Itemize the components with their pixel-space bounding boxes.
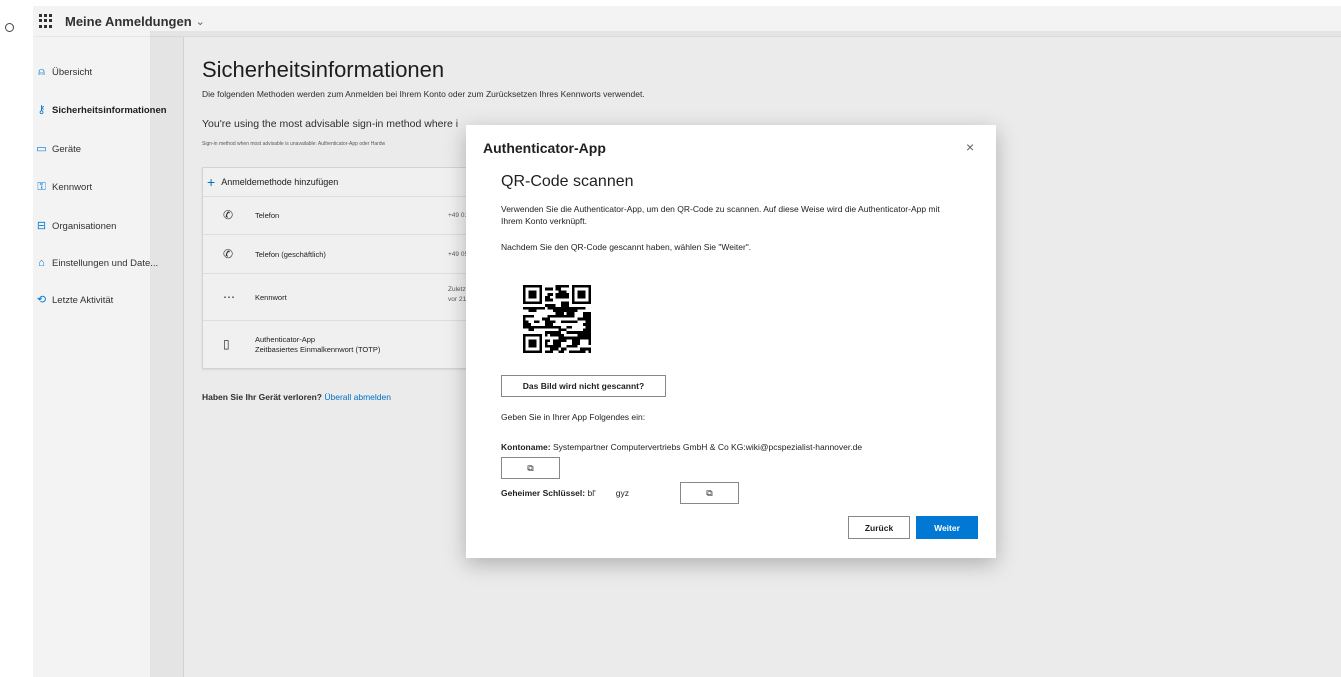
lock-icon: ⌂ (38, 256, 45, 269)
dialog-next-hint: Nachdem Sie den QR-Code gescannt haben, … (501, 242, 752, 252)
sidebar-item-label: Letzte Aktivität (52, 294, 114, 306)
cannot-scan-button[interactable]: Das Bild wird nicht gescannt? (501, 375, 666, 397)
copy-icon: ⧉ (706, 487, 713, 498)
laptop-icon: ▭ (36, 142, 47, 155)
close-icon[interactable]: × (966, 139, 974, 155)
sidebar-item-label: Organisationen (52, 220, 117, 232)
key-person-icon: ⚷ (37, 103, 46, 116)
dialog-instructions: Verwenden Sie die Authenticator-App, um … (501, 204, 940, 226)
account-name-label: Kontoname: (501, 442, 551, 452)
secret-key-end: gyz (615, 488, 629, 498)
account-name-value: Systempartner Computervertriebs GmbH & C… (552, 442, 863, 452)
history-icon: ⟲ (36, 293, 47, 306)
list-bullet (5, 23, 14, 32)
copy-account-name-button[interactable]: ⧉ (501, 457, 560, 479)
enter-in-app-text: Geben Sie in Ihrer App Folgendes ein: (501, 412, 646, 422)
sidebar-item-label: Geräte (52, 143, 82, 155)
sidebar-item-label: Kennwort (52, 181, 93, 193)
qr-code-image (523, 285, 591, 353)
chevron-down-icon[interactable]: ⌄ (196, 15, 205, 28)
dialog-heading: QR-Code scannen (501, 173, 634, 190)
app-launcher-icon[interactable] (39, 14, 53, 28)
back-button[interactable]: Zurück (848, 516, 910, 539)
authenticator-dialog: Authenticator-App × QR-Code scannen Verw… (466, 125, 996, 558)
person-icon: ⍝ (38, 65, 45, 78)
dialog-title: Authenticator-App (483, 140, 606, 156)
secret-key-line: Geheimer Schlüssel: bl' gyz (501, 488, 629, 498)
sidebar-item-label: Einstellungen und Date... (52, 257, 159, 269)
next-button[interactable]: Weiter (916, 516, 978, 539)
app-title[interactable]: Meine Anmeldungen (65, 14, 192, 29)
key-icon: ⚿ (37, 180, 46, 193)
copy-secret-key-button[interactable]: ⧉ (680, 482, 739, 504)
account-name-line: Kontoname: Systempartner Computervertrie… (501, 442, 862, 452)
copy-icon: ⧉ (527, 462, 534, 473)
secret-key-start: bl' (587, 488, 596, 498)
sidebar-item-label: Übersicht (52, 66, 93, 78)
briefcase-icon: ⊟ (36, 219, 47, 232)
secret-key-label: Geheimer Schlüssel: (501, 488, 586, 498)
